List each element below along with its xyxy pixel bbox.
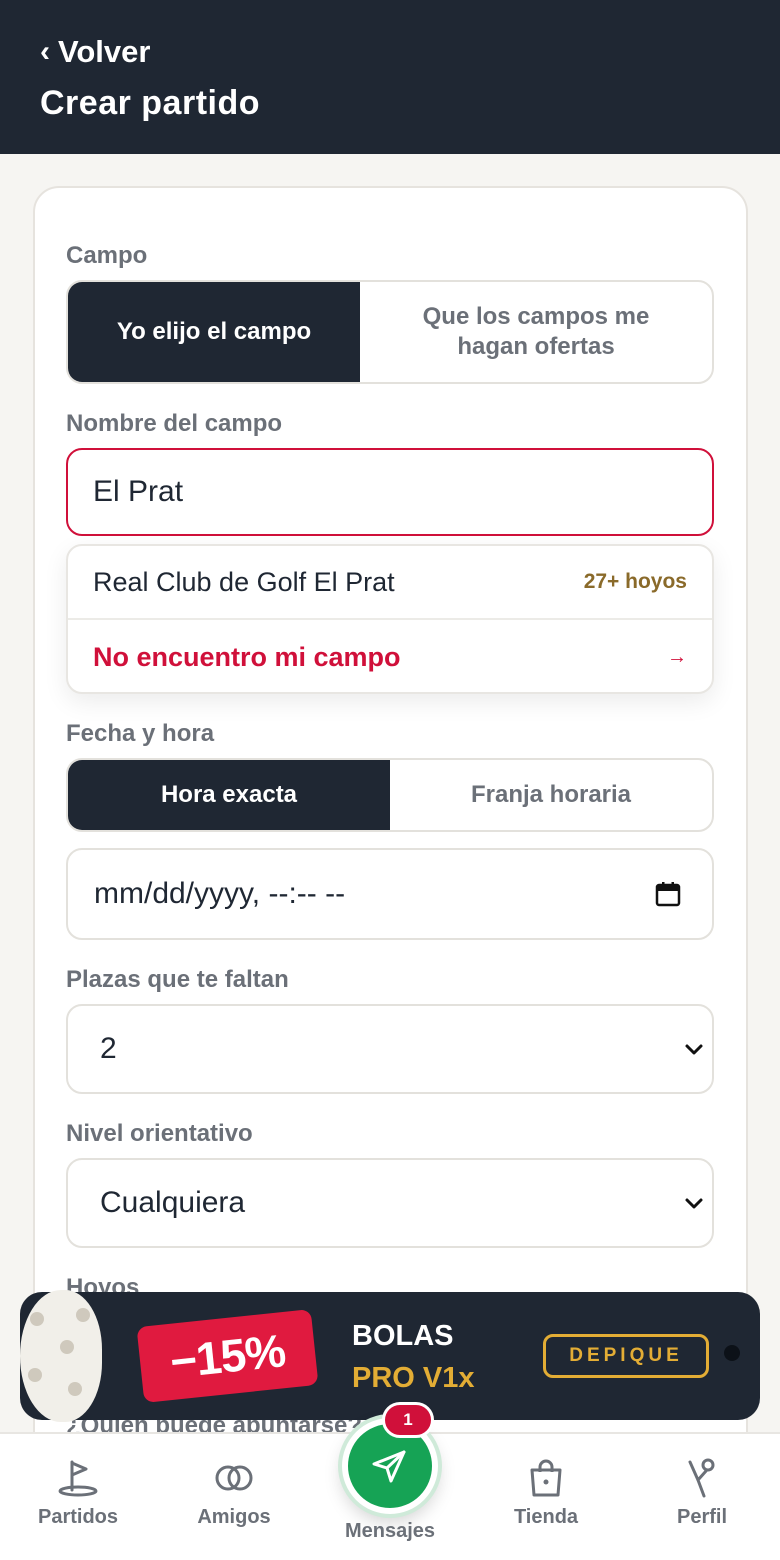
back-button[interactable]: ‹ Volver bbox=[40, 34, 150, 70]
plazas-select[interactable]: 2 bbox=[66, 1004, 714, 1094]
datetime-placeholder: mm/dd/yyyy, --:-- -- bbox=[94, 877, 346, 910]
nav-tienda[interactable]: Tienda bbox=[481, 1458, 611, 1529]
rings-icon bbox=[215, 1465, 253, 1491]
not-found-label: No encuentro mi campo bbox=[93, 641, 401, 672]
chevron-down-icon bbox=[685, 1044, 703, 1055]
arrow-right-icon: → bbox=[667, 645, 687, 668]
plazas-value: 2 bbox=[100, 1032, 117, 1065]
nombre-campo-label: Nombre del campo bbox=[66, 410, 283, 437]
course-name-value: El Prat bbox=[93, 475, 184, 508]
nav-label: Perfil bbox=[676, 1506, 728, 1528]
back-label: Volver bbox=[58, 34, 151, 69]
campo-option-offers[interactable]: Que los campos me hagan ofertas bbox=[360, 282, 712, 382]
app-header: ‹ Volver Crear partido bbox=[0, 0, 780, 154]
nav-amigos[interactable]: Amigos bbox=[169, 1458, 299, 1529]
nav-perfil[interactable]: Perfil bbox=[637, 1458, 767, 1529]
campo-label: Campo bbox=[66, 242, 148, 269]
nivel-value: Cualquiera bbox=[100, 1186, 246, 1219]
course-suggestions: Real Club de Golf El Prat 27+ hoyos No e… bbox=[66, 544, 714, 694]
carousel-dot[interactable] bbox=[724, 1345, 740, 1361]
course-name-input[interactable]: El Prat bbox=[66, 448, 714, 536]
golf-flag-icon bbox=[58, 1460, 98, 1497]
nav-label-mensajes: Mensajes bbox=[344, 1520, 436, 1542]
golf-ball-image bbox=[20, 1290, 102, 1422]
chevron-down-icon bbox=[685, 1198, 703, 1209]
nav-label: Tienda bbox=[513, 1506, 579, 1528]
golfer-icon bbox=[688, 1458, 715, 1498]
nivel-label: Nivel orientativo bbox=[66, 1120, 253, 1147]
option-hora-exacta[interactable]: Hora exacta bbox=[68, 760, 390, 830]
fecha-hora-label: Fecha y hora bbox=[66, 720, 215, 747]
promo-title: BOLAS bbox=[352, 1320, 454, 1352]
chevron-left-icon: ‹ bbox=[40, 35, 50, 68]
nav-label: Amigos bbox=[197, 1506, 271, 1528]
plazas-label: Plazas que te faltan bbox=[66, 966, 289, 993]
promo-product: PRO V1x bbox=[352, 1362, 475, 1394]
nivel-select[interactable]: Cualquiera bbox=[66, 1158, 714, 1248]
calendar-icon[interactable] bbox=[654, 880, 682, 908]
suggestion-name: Real Club de Golf El Prat bbox=[93, 566, 395, 597]
fecha-segmented-control: Hora exacta Franja horaria bbox=[66, 758, 714, 832]
nav-partidos[interactable]: Partidos bbox=[13, 1458, 143, 1529]
datetime-input[interactable]: mm/dd/yyyy, --:-- -- bbox=[66, 848, 714, 940]
promo-cta-button[interactable]: DEPIQUE bbox=[543, 1334, 709, 1378]
option-franja-horaria[interactable]: Franja horaria bbox=[390, 760, 712, 830]
page-title: Crear partido bbox=[40, 84, 260, 122]
campo-option-choose[interactable]: Yo elijo el campo bbox=[68, 282, 360, 382]
holes-badge: 27+ hoyos bbox=[583, 570, 687, 593]
shopping-bag-icon bbox=[530, 1459, 562, 1497]
campo-segmented-control: Yo elijo el campo Que los campos me haga… bbox=[66, 280, 714, 384]
messages-count-badge: 1 bbox=[382, 1402, 434, 1438]
suggestion-item[interactable]: Real Club de Golf El Prat 27+ hoyos bbox=[68, 546, 712, 620]
nav-label: Partidos bbox=[37, 1506, 119, 1528]
paper-plane-icon bbox=[372, 1450, 406, 1483]
not-found-option[interactable]: No encuentro mi campo → bbox=[68, 620, 712, 692]
